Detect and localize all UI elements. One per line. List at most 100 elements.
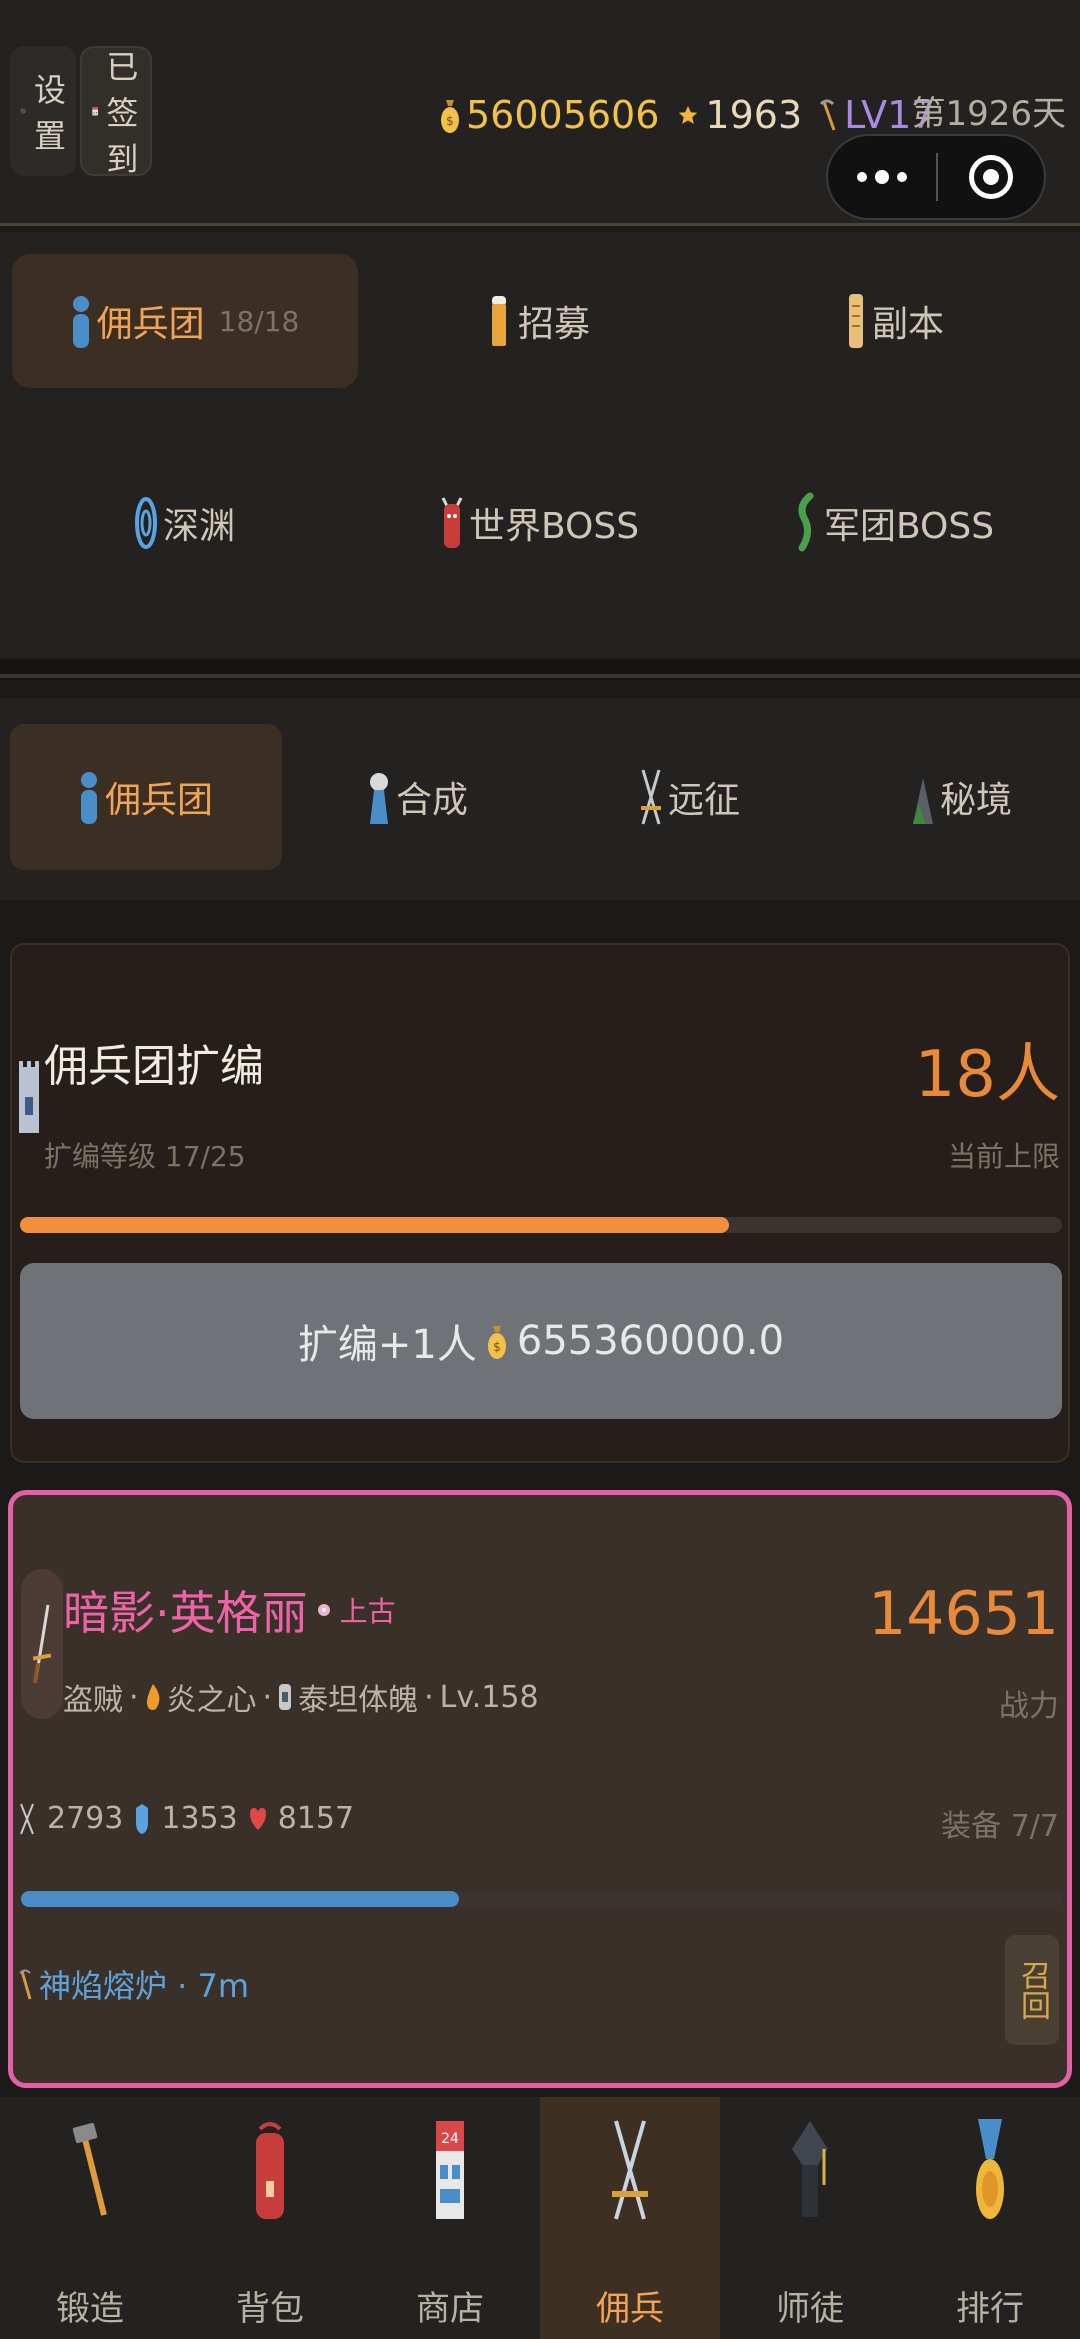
miniprogram-capsule[interactable] xyxy=(826,134,1046,220)
bottom-nav-shop[interactable]: 24 商店 xyxy=(360,2097,540,2339)
nav-label: 军团BOSS xyxy=(823,506,995,547)
graduation-cap-icon xyxy=(792,2121,828,2217)
svg-text:24: 24 xyxy=(441,2131,459,2147)
bottom-nav-label: 排行 xyxy=(956,2289,1024,2329)
tab-secret-realm[interactable]: 秘境 xyxy=(826,724,1080,870)
current-task: 神焰熔炉 · 7m xyxy=(19,1961,249,2007)
money-bag-icon: $ xyxy=(487,1326,506,1359)
hammer-icon xyxy=(72,2122,107,2216)
bottom-nav-backpack[interactable]: 背包 xyxy=(180,2097,360,2339)
store-icon: 24 xyxy=(436,2121,464,2219)
more-dot-icon xyxy=(875,170,889,184)
expand-button-label: 扩编+1人 xyxy=(297,1322,477,1368)
bottom-nav-label: 师徒 xyxy=(776,2289,844,2329)
tab-expedition[interactable]: 远征 xyxy=(554,724,826,870)
nav-legion-boss[interactable]: 军团BOSS xyxy=(722,456,1068,590)
signin-label: 已签到 xyxy=(106,48,139,178)
bottom-nav-label: 商店 xyxy=(416,2289,484,2329)
mercenary-card[interactable]: 暗影·英格丽 上古 盗贼 · 炎之心 · 泰坦体魄 · Lv.158 14651… xyxy=(8,1490,1072,2088)
trait-titan-tag: 泰坦体魄 xyxy=(298,1683,419,1718)
person-icon xyxy=(72,296,89,348)
star-value: 1963 xyxy=(705,93,803,137)
nav-dungeon[interactable]: 副本 xyxy=(722,254,1068,388)
crossed-swords-icon xyxy=(20,1803,34,1834)
pickaxe-icon xyxy=(19,1969,32,2000)
recall-button[interactable]: 召回 xyxy=(1005,1935,1059,2045)
mercenary-tags: 盗贼 · 炎之心 · 泰坦体魄 · Lv.158 xyxy=(63,1675,539,1719)
shield-icon xyxy=(136,1803,149,1834)
expand-cost: 655360000.0 xyxy=(516,1318,785,1364)
class-tag: 盗贼 xyxy=(63,1683,123,1718)
tab-label: 佣兵团 xyxy=(104,780,213,821)
expand-button[interactable]: 扩编+1人 $ 655360000.0 xyxy=(20,1263,1062,1419)
backpack-icon xyxy=(256,2122,284,2219)
nav-world-boss[interactable]: 世界BOSS xyxy=(367,456,713,590)
close-miniprogram-button[interactable] xyxy=(938,155,1044,199)
mountain-icon xyxy=(912,778,933,824)
dragon-icon xyxy=(798,492,814,552)
separator: · xyxy=(262,1679,273,1715)
mercenary-progress-fill xyxy=(21,1891,459,1907)
nav-recruit[interactable]: 招募 xyxy=(367,254,713,388)
equipment-count: 装备 7/7 xyxy=(941,1809,1059,1844)
bottom-nav-mercenary[interactable]: 佣兵 xyxy=(540,2097,720,2339)
bottom-nav-forge[interactable]: 锻造 xyxy=(0,2097,180,2339)
gear-icon xyxy=(20,108,26,114)
hp-value: 8157 xyxy=(277,1801,355,1836)
gold-value: 56005606 xyxy=(466,93,660,137)
bottom-nav-ranking[interactable]: 排行 xyxy=(900,2097,1080,2339)
person-icon xyxy=(80,772,97,824)
sub-tab-bar: 佣兵团 合成 远征 秘境 xyxy=(0,698,1080,900)
expand-level: 扩编等级 17/25 xyxy=(44,1140,246,1173)
star-icon xyxy=(679,105,698,124)
bottom-nav-label: 背包 xyxy=(236,2289,304,2329)
gold-counter: $ 56005606 xyxy=(440,93,659,137)
feature-nav-grid: 佣兵团 18/18 招募 副本 深渊 世界BOSS 军团BOSS xyxy=(0,232,1080,658)
heart-icon xyxy=(249,1807,266,1830)
bottom-nav-label: 佣兵 xyxy=(596,2289,664,2329)
expand-progress-bar xyxy=(20,1217,1062,1233)
bottom-nav-mentorship[interactable]: 师徒 xyxy=(720,2097,900,2339)
svg-text:$: $ xyxy=(493,1340,501,1354)
corps-size: 18人 xyxy=(914,1038,1060,1112)
section-divider xyxy=(0,660,1080,680)
nav-label: 佣兵团 xyxy=(96,304,205,345)
nav-abyss[interactable]: 深渊 xyxy=(12,456,358,590)
settings-button[interactable]: 设置 xyxy=(10,46,76,176)
flower-icon xyxy=(317,1604,330,1616)
avatar xyxy=(21,1569,63,1719)
titan-icon xyxy=(279,1684,292,1710)
separator: · xyxy=(424,1679,434,1715)
dagger-icon xyxy=(32,1604,52,1684)
expand-progress-fill xyxy=(20,1217,729,1233)
trait-fire-tag: 炎之心 xyxy=(166,1683,257,1718)
tab-synthesis[interactable]: 合成 xyxy=(282,724,554,870)
day-counter: 第1926天 xyxy=(911,94,1066,134)
signin-button[interactable]: 17 已签到 xyxy=(80,46,152,178)
corps-expand-card: 佣兵团扩编 扩编等级 17/25 18人 当前上限 扩编+1人 $ 655360… xyxy=(10,943,1070,1463)
tab-mercenary-corps[interactable]: 佣兵团 xyxy=(10,724,282,870)
defense-value: 1353 xyxy=(161,1801,238,1836)
nav-label: 世界BOSS xyxy=(468,506,640,547)
castle-icon xyxy=(19,1061,39,1133)
more-menu-button[interactable] xyxy=(828,170,936,184)
medal-icon xyxy=(976,2119,1004,2219)
nav-mercenary-corps[interactable]: 佣兵团 18/18 xyxy=(12,254,358,388)
beer-icon xyxy=(491,296,506,346)
crossed-swords-icon xyxy=(612,2120,648,2220)
top-bar: 设置 17 已签到 $ 56005606 1963 LV17 第1926天 xyxy=(0,0,1080,226)
tab-label: 远征 xyxy=(667,780,740,821)
nav-label: 深渊 xyxy=(162,506,235,547)
combat-power-label: 战力 xyxy=(999,1689,1059,1724)
nav-label: 副本 xyxy=(871,304,944,345)
mercenary-name-text: 暗影·英格丽 xyxy=(63,1586,308,1640)
level-tag: Lv.158 xyxy=(439,1679,539,1715)
settings-label: 设置 xyxy=(33,71,66,155)
fire-icon xyxy=(146,1684,159,1710)
crossed-swords-icon xyxy=(640,769,661,825)
separator: · xyxy=(129,1679,139,1715)
tab-label: 秘境 xyxy=(939,780,1012,821)
corps-size-label: 当前上限 xyxy=(947,1140,1060,1173)
star-counter: 1963 xyxy=(677,93,802,137)
svg-text:17: 17 xyxy=(93,112,97,116)
